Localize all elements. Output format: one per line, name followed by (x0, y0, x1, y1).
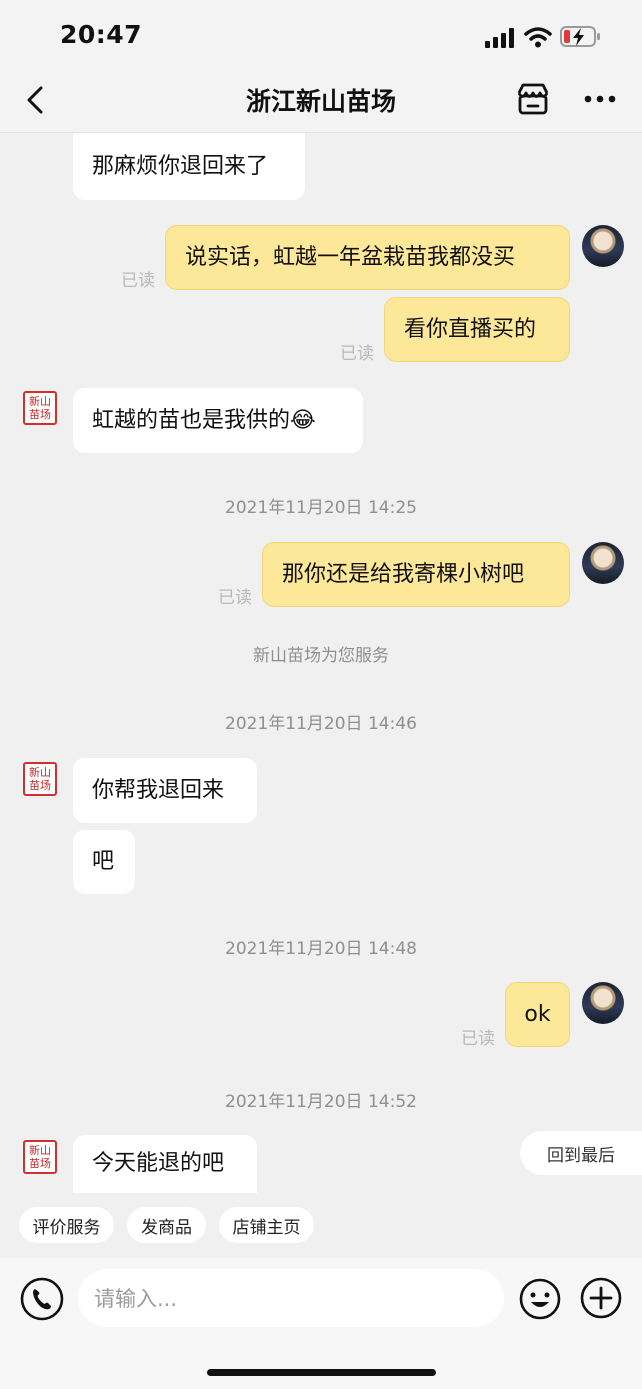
signal-icon (485, 28, 514, 48)
message-input[interactable]: 请输入... (78, 1269, 504, 1327)
timestamp: 2021年11月20日 14:46 (225, 714, 417, 734)
emoji-icon[interactable] (519, 1278, 561, 1320)
back-to-latest-button[interactable]: 回到最后 (520, 1131, 642, 1175)
timestamp: 2021年11月20日 14:25 (225, 498, 417, 518)
read-receipt: 已读 (218, 588, 252, 608)
shop-avatar[interactable]: 新山苗场 (23, 391, 57, 425)
read-receipt: 已读 (121, 271, 155, 291)
message-outgoing[interactable]: ok (505, 982, 570, 1047)
user-avatar[interactable] (582, 542, 624, 584)
battery-charging-icon (560, 26, 600, 47)
home-indicator (207, 1369, 436, 1376)
shop-icon[interactable] (515, 82, 551, 116)
message-incoming[interactable]: 虹越的苗也是我供的😂 (73, 388, 363, 453)
message-incoming[interactable]: 吧 (73, 830, 135, 894)
user-avatar[interactable] (582, 982, 624, 1024)
shop-avatar[interactable]: 新山苗场 (23, 762, 57, 796)
shop-home-chip[interactable]: 店铺主页 (219, 1207, 314, 1243)
status-time: 20:47 (60, 20, 143, 49)
rate-service-chip[interactable]: 评价服务 (19, 1207, 114, 1243)
timestamp: 2021年11月20日 14:52 (225, 1092, 417, 1112)
read-receipt: 已读 (340, 344, 374, 364)
message-incoming[interactable]: 今天能退的吧 (73, 1135, 257, 1193)
send-product-chip[interactable]: 发商品 (127, 1207, 206, 1243)
system-notice: 新山苗场为您服务 (253, 646, 389, 666)
more-options-icon[interactable] (583, 94, 617, 104)
message-incoming[interactable]: 那麻烦你退回来了 (73, 133, 305, 200)
shop-avatar[interactable]: 新山苗场 (23, 1140, 57, 1174)
user-avatar[interactable] (582, 225, 624, 267)
wifi-icon (524, 27, 552, 48)
plus-icon[interactable] (580, 1277, 622, 1319)
message-incoming[interactable]: 你帮我退回来 (73, 758, 257, 823)
phone-icon[interactable] (20, 1277, 64, 1321)
message-outgoing[interactable]: 看你直播买的 (384, 297, 570, 362)
timestamp: 2021年11月20日 14:48 (225, 939, 417, 959)
message-outgoing[interactable]: 那你还是给我寄棵小树吧 (262, 542, 570, 607)
message-outgoing[interactable]: 说实话，虹越一年盆栽苗我都没买 (165, 225, 570, 290)
read-receipt: 已读 (461, 1029, 495, 1049)
